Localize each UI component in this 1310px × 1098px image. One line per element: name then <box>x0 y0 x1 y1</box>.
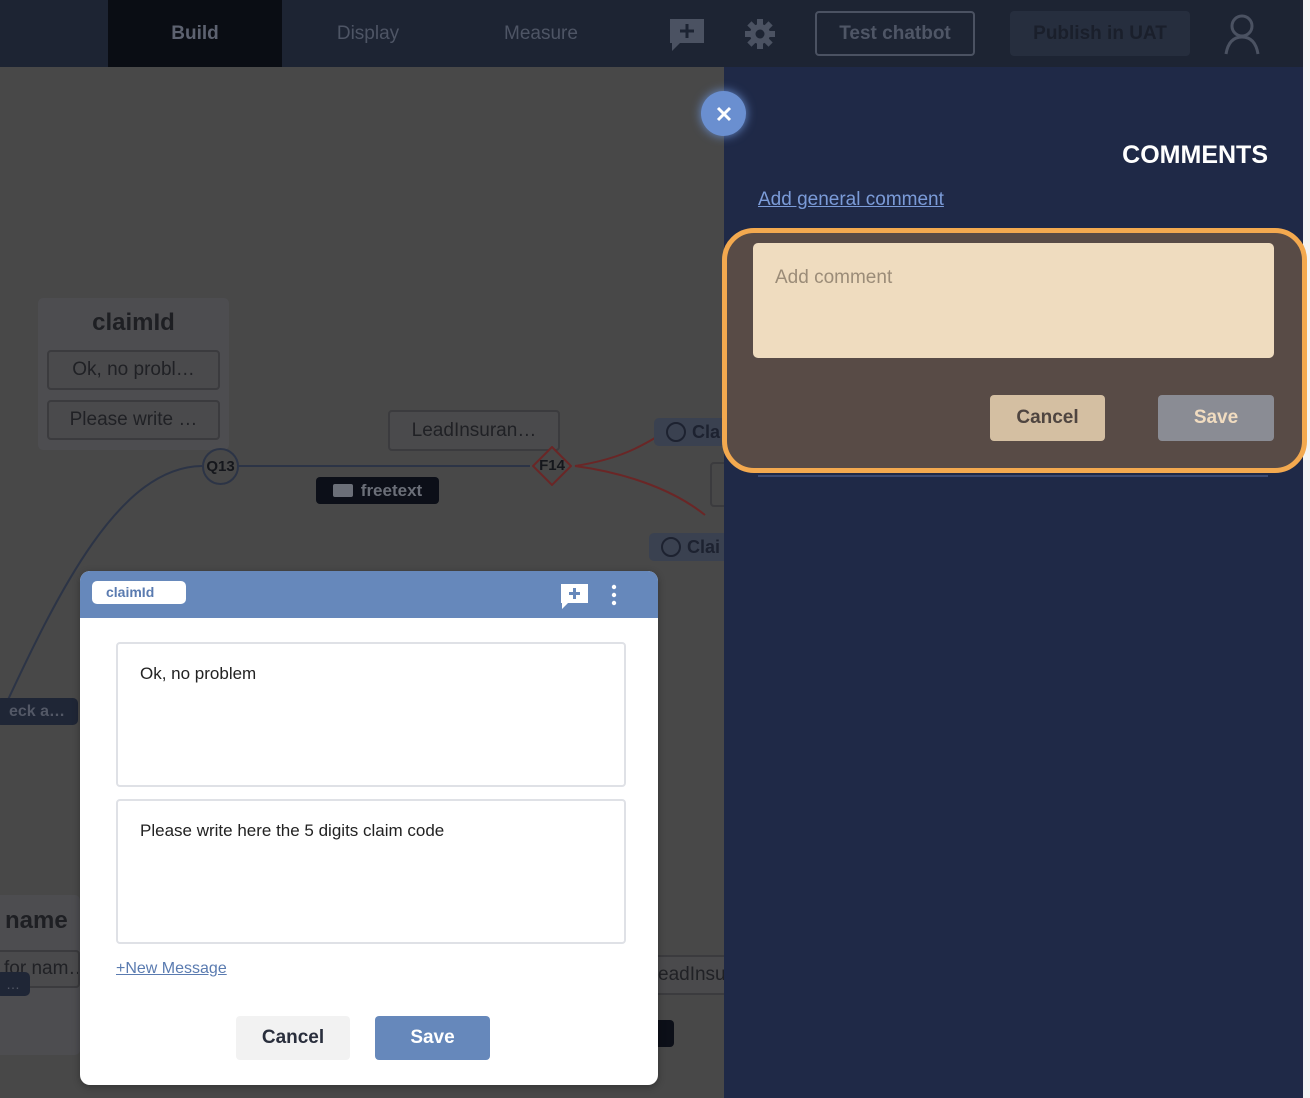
tab-display[interactable]: Display <box>282 0 454 67</box>
comment-save-button[interactable]: Save <box>1158 395 1274 441</box>
tab-build[interactable]: Build <box>108 0 282 67</box>
new-comment-form: Add comment Cancel Save <box>722 228 1307 473</box>
node-edit-modal: claimId Ok, no problem Please write here… <box>80 571 658 1085</box>
close-icon <box>716 106 731 121</box>
gear-node[interactable]: Clai <box>649 533 724 561</box>
node-title: claimId <box>92 309 175 336</box>
save-button[interactable]: Save <box>375 1016 490 1060</box>
publish-uat-button[interactable]: Publish in UAT <box>1010 11 1190 56</box>
claimid-node[interactable]: claimId Ok, no probl… Please write … <box>38 298 229 450</box>
gear-node-label: Clai <box>687 536 721 557</box>
gear-icon[interactable] <box>744 18 776 50</box>
f14-label: F14 <box>539 457 565 474</box>
keyboard-icon <box>332 484 353 497</box>
node-badge[interactable]: … <box>0 972 30 996</box>
freetext-label: freetext <box>360 480 423 500</box>
node-badge[interactable]: eck a… <box>0 698 78 725</box>
divider <box>758 475 1268 477</box>
lead-insurance-node[interactable]: LeadInsuran… <box>388 410 560 451</box>
new-message-link[interactable]: +New Message <box>116 960 227 978</box>
gear-node[interactable]: Cla <box>654 418 724 446</box>
top-navigation-bar: Build Display Measure Test chatbot Publi… <box>0 0 1303 67</box>
gear-node-label: Cla <box>692 421 721 442</box>
gear-icon <box>661 537 681 557</box>
message-textarea[interactable]: Please write here the 5 digits claim cod… <box>116 799 626 944</box>
cancel-button[interactable]: Cancel <box>236 1016 350 1060</box>
partial-node <box>710 462 724 507</box>
node-message[interactable]: Please write … <box>47 400 220 440</box>
lead-insurance-node[interactable]: eadInsu <box>648 955 724 995</box>
comment-cancel-button[interactable]: Cancel <box>990 395 1105 441</box>
f14-node[interactable]: F14 <box>532 446 572 486</box>
comment-input[interactable]: Add comment <box>753 243 1274 358</box>
node-tag[interactable]: claimId <box>92 581 186 604</box>
comments-panel: COMMENTS Add general comment <box>724 67 1303 1098</box>
comments-title: COMMENTS <box>1122 141 1268 169</box>
add-general-comment-link[interactable]: Add general comment <box>758 189 944 211</box>
user-icon[interactable] <box>1222 13 1262 55</box>
add-comment-icon[interactable] <box>668 17 706 53</box>
tab-measure[interactable]: Measure <box>454 0 628 67</box>
modal-header: claimId <box>80 571 658 618</box>
freetext-badge[interactable]: freetext <box>316 477 439 504</box>
window-edge <box>1303 0 1310 1098</box>
test-chatbot-button[interactable]: Test chatbot <box>815 11 975 56</box>
gear-icon <box>666 422 686 442</box>
node-message[interactable]: Ok, no probl… <box>47 350 220 390</box>
close-panel-button[interactable] <box>701 91 746 136</box>
node-title: name <box>5 907 68 934</box>
add-comment-icon[interactable] <box>560 582 590 610</box>
more-options-icon[interactable] <box>610 584 618 606</box>
message-textarea[interactable]: Ok, no problem <box>116 642 626 787</box>
q13-node[interactable]: Q13 <box>202 448 239 485</box>
